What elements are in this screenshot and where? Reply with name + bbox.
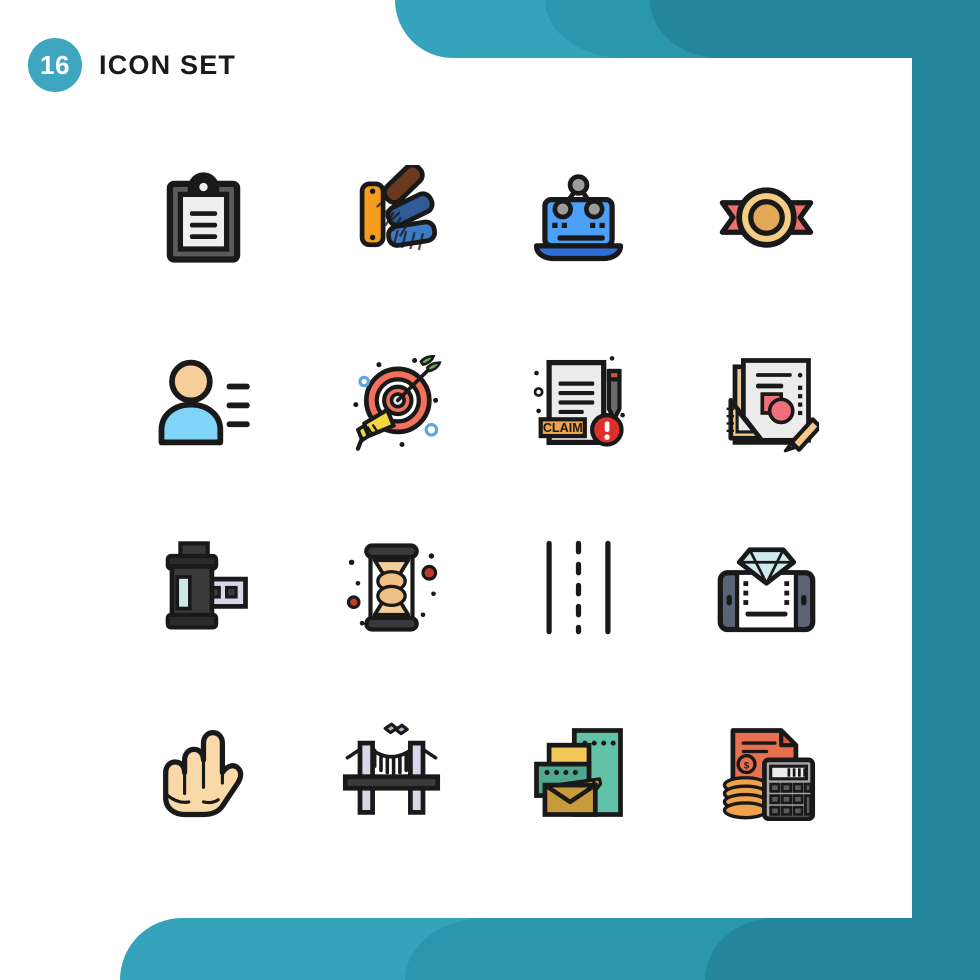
icon-set-page: 16 ICON SET CLAIM $	[0, 0, 980, 980]
road-lanes-icon	[546, 540, 611, 635]
icon-cell-target-megaphone[interactable]	[298, 310, 486, 495]
icon-cell-laptop-sitemap[interactable]	[485, 125, 673, 310]
decoration-bottom-band-dark	[705, 918, 980, 980]
icon-cell-clipboard[interactable]	[110, 125, 298, 310]
decoration-right-band	[912, 0, 980, 980]
icon-cell-film-roll[interactable]	[110, 495, 298, 680]
icon-cell-phone-diamond[interactable]	[673, 495, 861, 680]
decoration-bottom-band-mid	[405, 918, 980, 980]
phone-diamond-icon	[717, 547, 816, 633]
icon-cell-claim-document[interactable]: CLAIM	[485, 310, 673, 495]
design-draft-icon	[726, 358, 819, 453]
icon-count-badge: 16	[28, 38, 82, 92]
icon-grid: CLAIM $	[110, 125, 860, 865]
user-profile-icon	[158, 359, 250, 446]
icon-cell-accounting[interactable]: $	[673, 680, 861, 865]
hand-gesture-icon	[163, 729, 244, 818]
target-megaphone-icon	[353, 355, 442, 451]
color-swatches-icon	[359, 165, 437, 251]
icon-cell-user-profile[interactable]	[110, 310, 298, 495]
icon-cell-road-lanes[interactable]	[485, 495, 673, 680]
icon-cell-color-swatches[interactable]	[298, 125, 486, 310]
decoration-bottom-band-light	[120, 918, 980, 980]
page-header: 16 ICON SET	[28, 38, 236, 92]
medal-ribbon-icon	[719, 187, 813, 248]
icon-cell-design-draft[interactable]	[673, 310, 861, 495]
page-title: ICON SET	[99, 49, 237, 80]
film-roll-icon	[165, 541, 249, 630]
icon-cell-hourglass[interactable]	[298, 495, 486, 680]
decoration-top-band-dark	[650, 0, 980, 58]
icon-cell-hand-gesture[interactable]	[110, 680, 298, 865]
suspension-bridge-icon	[342, 722, 440, 815]
email-compose-icon	[534, 728, 624, 817]
hourglass-icon	[346, 543, 437, 632]
clipboard-icon	[167, 172, 241, 263]
svg-text:$: $	[744, 760, 750, 771]
decoration-top-band-mid	[545, 0, 980, 58]
icon-cell-email-compose[interactable]	[485, 680, 673, 865]
accounting-icon: $	[722, 728, 815, 822]
decoration-top-band-light	[395, 0, 980, 58]
claim-document-icon: CLAIM	[533, 356, 626, 447]
laptop-sitemap-icon	[534, 174, 624, 262]
claim-badge-text: CLAIM	[543, 421, 583, 435]
icon-cell-suspension-bridge[interactable]	[298, 680, 486, 865]
icon-cell-medal-ribbon[interactable]	[673, 125, 861, 310]
